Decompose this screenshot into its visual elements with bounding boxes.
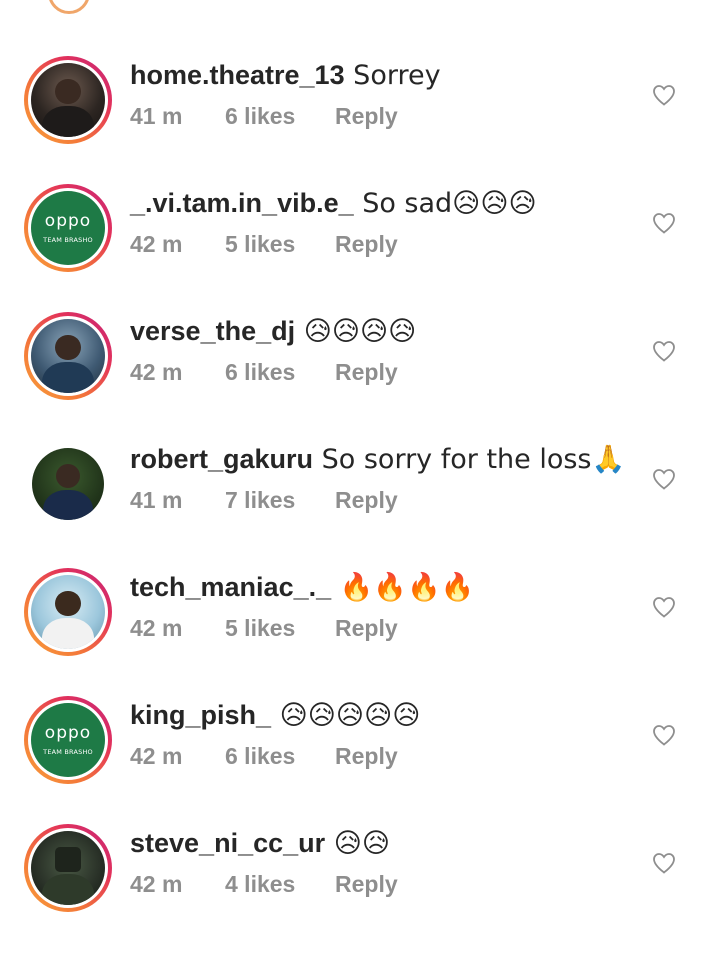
comment-time: 42 m bbox=[130, 615, 183, 641]
comment-line: verse_the_dj 😥😥😥😥 bbox=[130, 314, 416, 349]
comment-username[interactable]: verse_the_dj bbox=[130, 316, 295, 346]
reply-button[interactable]: Reply bbox=[335, 358, 398, 386]
comment-text: So sorry for the loss🙏 bbox=[313, 444, 626, 475]
comment-text: Sorrey bbox=[344, 60, 441, 91]
avatar[interactable] bbox=[24, 824, 112, 912]
comment-username[interactable]: king_pish_ bbox=[130, 700, 271, 730]
comment-item: verse_the_dj 😥😥😥😥 42 m 6 likes Reply bbox=[0, 312, 720, 442]
reply-button[interactable]: Reply bbox=[335, 742, 398, 770]
comment-line: home.theatre_13 Sorrey bbox=[130, 58, 441, 93]
oppo-logo: oppo bbox=[44, 722, 92, 743]
reply-button[interactable]: Reply bbox=[335, 230, 398, 258]
avatar-subtitle: TEAM BRASHO bbox=[43, 235, 93, 244]
reply-button[interactable]: Reply bbox=[335, 486, 398, 514]
heart-outline-icon[interactable] bbox=[652, 340, 676, 362]
comment-likes[interactable]: 5 likes bbox=[225, 614, 335, 642]
comment-text: 😥😥😥😥 bbox=[295, 316, 417, 347]
reply-button[interactable]: Reply bbox=[335, 102, 398, 130]
comment-meta: 41 m 6 likes Reply bbox=[130, 102, 398, 130]
comment-time: 41 m bbox=[130, 103, 183, 129]
comment-line: tech_maniac_._ 🔥🔥🔥🔥 bbox=[130, 570, 474, 605]
heart-outline-icon[interactable] bbox=[652, 212, 676, 234]
comment-text: 😥😥 bbox=[325, 828, 391, 859]
comment-likes[interactable]: 4 likes bbox=[225, 870, 335, 898]
reply-button[interactable]: Reply bbox=[335, 614, 398, 642]
avatar[interactable]: oppo TEAM BRASHO bbox=[24, 184, 112, 272]
avatar[interactable] bbox=[24, 568, 112, 656]
avatar[interactable] bbox=[24, 440, 112, 528]
comment-meta: 41 m 7 likes Reply bbox=[130, 486, 398, 514]
comment-line: robert_gakuru So sorry for the loss🙏 bbox=[130, 442, 625, 477]
heart-outline-icon[interactable] bbox=[652, 724, 676, 746]
comment-meta: 42 m 6 likes Reply bbox=[130, 742, 398, 770]
comment-meta: 42 m 5 likes Reply bbox=[130, 230, 398, 258]
comment-time: 42 m bbox=[130, 871, 183, 897]
comment-text: 🔥🔥🔥🔥 bbox=[331, 572, 475, 603]
comment-item: robert_gakuru So sorry for the loss🙏 41 … bbox=[0, 442, 720, 570]
comment-time: 42 m bbox=[130, 743, 183, 769]
comment-line: _.vi.tam.in_vib.e_ So sad😥😥😥 bbox=[130, 186, 537, 221]
comment-item: oppo TEAM BRASHO _.vi.tam.in_vib.e_ So s… bbox=[0, 184, 720, 314]
heart-outline-icon[interactable] bbox=[652, 852, 676, 874]
heart-outline-icon[interactable] bbox=[652, 84, 676, 106]
comment-text: So sad😥😥😥 bbox=[353, 188, 537, 219]
comment-item: steve_ni_cc_ur 😥😥 42 m 4 likes Reply bbox=[0, 824, 720, 954]
comment-time: 42 m bbox=[130, 359, 183, 385]
comment-likes[interactable]: 7 likes bbox=[225, 486, 335, 514]
heart-outline-icon[interactable] bbox=[652, 596, 676, 618]
reply-button[interactable]: Reply bbox=[335, 870, 398, 898]
partial-avatar-ring bbox=[48, 0, 90, 14]
comment-meta: 42 m 6 likes Reply bbox=[130, 358, 398, 386]
avatar[interactable] bbox=[24, 312, 112, 400]
comment-likes[interactable]: 6 likes bbox=[225, 102, 335, 130]
oppo-logo: oppo bbox=[44, 210, 92, 231]
comment-line: king_pish_ 😥😥😥😥😥 bbox=[130, 698, 420, 733]
avatar[interactable]: oppo TEAM BRASHO bbox=[24, 696, 112, 784]
avatar[interactable] bbox=[24, 56, 112, 144]
comment-meta: 42 m 5 likes Reply bbox=[130, 614, 398, 642]
comment-likes[interactable]: 6 likes bbox=[225, 358, 335, 386]
comment-username[interactable]: robert_gakuru bbox=[130, 444, 313, 474]
comment-item: tech_maniac_._ 🔥🔥🔥🔥 42 m 5 likes Reply bbox=[0, 568, 720, 698]
comment-username[interactable]: steve_ni_cc_ur bbox=[130, 828, 325, 858]
heart-outline-icon[interactable] bbox=[652, 468, 676, 490]
comment-item: oppo TEAM BRASHO king_pish_ 😥😥😥😥😥 42 m 6 … bbox=[0, 696, 720, 826]
comment-likes[interactable]: 5 likes bbox=[225, 230, 335, 258]
comment-likes[interactable]: 6 likes bbox=[225, 742, 335, 770]
avatar-subtitle: TEAM BRASHO bbox=[43, 747, 93, 756]
comment-time: 41 m bbox=[130, 487, 183, 513]
comment-username[interactable]: tech_maniac_._ bbox=[130, 572, 331, 602]
comment-line: steve_ni_cc_ur 😥😥 bbox=[130, 826, 390, 861]
comment-text: 😥😥😥😥😥 bbox=[271, 700, 421, 731]
comment-username[interactable]: home.theatre_13 bbox=[130, 60, 345, 90]
comment-time: 42 m bbox=[130, 231, 183, 257]
comment-username[interactable]: _.vi.tam.in_vib.e_ bbox=[130, 188, 354, 218]
comment-item: home.theatre_13 Sorrey 41 m 6 likes Reply bbox=[0, 56, 720, 186]
comment-meta: 42 m 4 likes Reply bbox=[130, 870, 398, 898]
